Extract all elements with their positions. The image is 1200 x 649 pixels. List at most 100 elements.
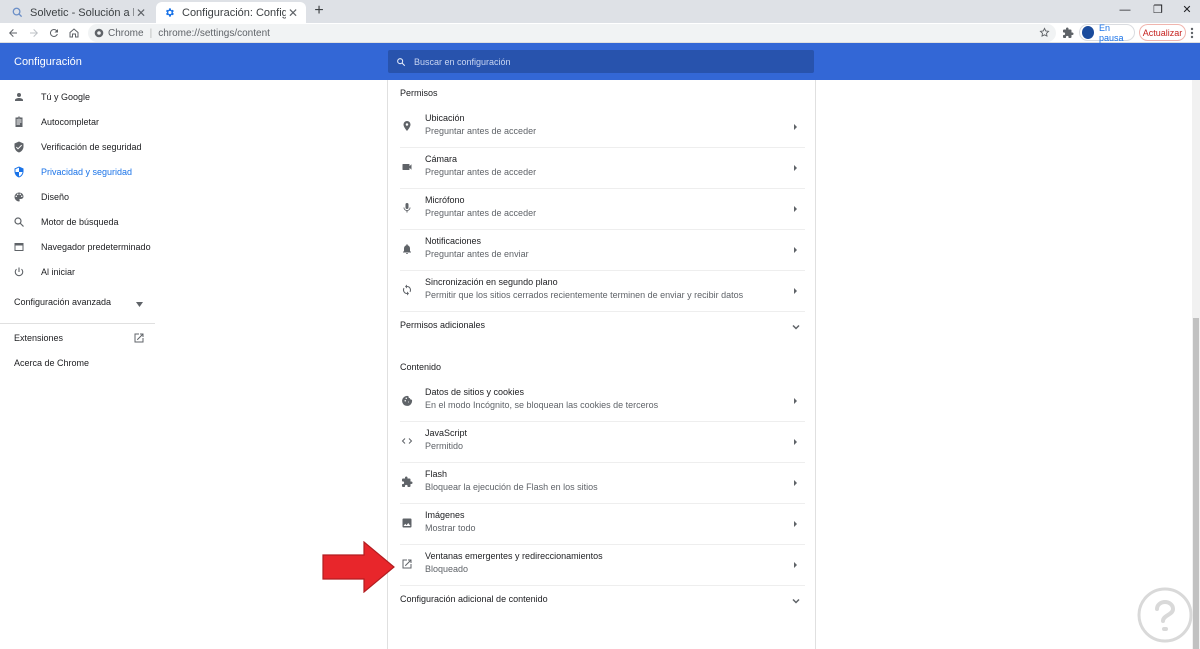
- close-window-button[interactable]: ✕: [1172, 2, 1200, 18]
- sidebar-item-extensions[interactable]: Extensiones: [0, 327, 155, 349]
- chevron-right-icon: [791, 517, 801, 529]
- additional-content-settings-toggle[interactable]: Configuración adicional de contenido: [388, 590, 815, 610]
- row-subtitle: Permitir que los sitios cerrados recient…: [425, 290, 744, 300]
- extensions-icon[interactable]: [1060, 25, 1076, 41]
- shield-icon: [12, 165, 26, 179]
- chevron-right-icon: [791, 120, 801, 132]
- update-button[interactable]: Actualizar: [1139, 24, 1186, 41]
- row-divider: [400, 311, 805, 312]
- sidebar-item-about-chrome[interactable]: Acerca de Chrome: [0, 352, 155, 374]
- row-title: JavaScript: [425, 428, 468, 438]
- caret-down-icon: [136, 299, 143, 309]
- chevron-right-icon: [791, 202, 801, 214]
- content-row-cookies[interactable]: Datos de sitios y cookies En el modo Inc…: [388, 381, 815, 421]
- permission-row-camera[interactable]: Cámara Preguntar antes de acceder: [388, 148, 815, 188]
- reload-button[interactable]: [46, 25, 62, 41]
- close-tab-icon[interactable]: ✕: [286, 6, 300, 20]
- content-row-javascript[interactable]: JavaScript Permitido: [388, 422, 815, 462]
- chevron-down-icon: [790, 320, 802, 332]
- sidebar-item-label: Tú y Google: [41, 92, 91, 102]
- permission-row-background-sync[interactable]: Sincronización en segundo plano Permitir…: [388, 271, 815, 311]
- menu-kebab-icon[interactable]: [1187, 25, 1197, 41]
- row-title: Ventanas emergentes y redireccionamiento…: [425, 551, 603, 561]
- tab-strip: Solvetic - Solución a los problem ✕ Conf…: [0, 0, 1200, 23]
- back-button[interactable]: [5, 25, 21, 41]
- home-button[interactable]: [66, 25, 82, 41]
- row-title: Notificaciones: [425, 236, 482, 246]
- star-icon[interactable]: [1039, 27, 1050, 38]
- forward-button[interactable]: [26, 25, 42, 41]
- open-in-new-icon: [400, 557, 414, 571]
- tab-settings[interactable]: Configuración: Configuración de ✕: [156, 2, 306, 23]
- sidebar-item-label: Extensiones: [14, 333, 64, 343]
- location-pin-icon: [400, 119, 414, 133]
- tab-title: Configuración: Configuración de: [182, 6, 286, 19]
- annotation-arrow: [322, 541, 395, 593]
- chevron-right-icon: [791, 558, 801, 570]
- sync-icon: [400, 283, 414, 297]
- sidebar-item-label: Navegador predeterminado: [41, 242, 151, 252]
- settings-card: Permisos Ubicación Preguntar antes de ac…: [387, 80, 816, 649]
- content-row-images[interactable]: Imágenes Mostrar todo: [388, 504, 815, 544]
- sidebar-item-label: Acerca de Chrome: [14, 358, 90, 368]
- browser-toolbar: Chrome | chrome://settings/content En pa…: [0, 23, 1200, 43]
- palette-icon: [12, 190, 26, 204]
- search-icon: [12, 215, 26, 229]
- browser-icon: [12, 240, 26, 254]
- open-in-new-icon: [133, 332, 145, 346]
- sidebar-item-label: Al iniciar: [41, 267, 76, 277]
- sidebar-advanced-toggle[interactable]: Configuración avanzada: [0, 291, 155, 313]
- row-title: Datos de sitios y cookies: [425, 387, 525, 397]
- sidebar-item-on-startup[interactable]: Al iniciar: [0, 261, 155, 283]
- page-scrollbar[interactable]: [1192, 80, 1200, 649]
- watermark-logo-icon: [1137, 587, 1193, 643]
- close-tab-icon[interactable]: ✕: [134, 6, 148, 20]
- permission-row-location[interactable]: Ubicación Preguntar antes de acceder: [388, 107, 815, 147]
- person-icon: [12, 90, 26, 104]
- new-tab-button[interactable]: +: [311, 3, 327, 19]
- sidebar-item-appearance[interactable]: Diseño: [0, 186, 155, 208]
- tab-solvetic[interactable]: Solvetic - Solución a los problem ✕: [4, 2, 154, 23]
- minimize-button[interactable]: —: [1110, 2, 1140, 18]
- row-subtitle: Bloqueado: [425, 564, 469, 574]
- row-subtitle: Bloquear la ejecución de Flash en los si…: [425, 482, 598, 492]
- row-title: Cámara: [425, 154, 458, 164]
- sidebar-item-default-browser[interactable]: Navegador predeterminado: [0, 236, 155, 258]
- update-label: Actualizar: [1142, 27, 1183, 38]
- search-icon: [396, 57, 406, 67]
- chevron-right-icon: [791, 284, 801, 296]
- row-divider: [400, 585, 805, 586]
- maximize-button[interactable]: ❐: [1143, 2, 1173, 18]
- settings-header: Configuración Buscar en configuración: [0, 43, 1200, 80]
- gear-icon: [162, 6, 176, 20]
- sidebar-item-privacy[interactable]: Privacidad y seguridad: [0, 161, 155, 183]
- additional-permissions-toggle[interactable]: Permisos adicionales: [388, 316, 815, 336]
- sidebar-item-label: Configuración avanzada: [14, 297, 112, 307]
- chevron-down-icon: [790, 594, 802, 606]
- avatar: [1082, 26, 1094, 39]
- sidebar-item-autofill[interactable]: Autocompletar: [0, 111, 155, 133]
- content-row-flash[interactable]: Flash Bloquear la ejecución de Flash en …: [388, 463, 815, 503]
- sidebar-item-safety-check[interactable]: Verificación de seguridad: [0, 136, 155, 158]
- permission-row-notifications[interactable]: Notificaciones Preguntar antes de enviar: [388, 230, 815, 270]
- code-icon: [400, 434, 414, 448]
- content-row-popups[interactable]: Ventanas emergentes y redireccionamiento…: [388, 545, 815, 585]
- page-title: Configuración: [14, 56, 82, 68]
- sidebar-item-label: Motor de búsqueda: [41, 217, 119, 227]
- address-bar[interactable]: Chrome | chrome://settings/content: [88, 24, 1056, 42]
- row-subtitle: Mostrar todo: [425, 523, 476, 533]
- search-input[interactable]: Buscar en configuración: [388, 50, 814, 73]
- chevron-right-icon: [791, 435, 801, 447]
- sidebar-divider: [0, 323, 155, 324]
- expand-label: Configuración adicional de contenido: [400, 594, 548, 604]
- permission-row-microphone[interactable]: Micrófono Preguntar antes de acceder: [388, 189, 815, 229]
- sidebar-item-you-and-google[interactable]: Tú y Google: [0, 86, 155, 108]
- sidebar-item-search-engine[interactable]: Motor de búsqueda: [0, 211, 155, 233]
- sidebar-item-label: Autocompletar: [41, 117, 100, 127]
- tab-title: Solvetic - Solución a los problem: [30, 6, 134, 19]
- row-subtitle: Preguntar antes de enviar: [425, 249, 529, 259]
- sidebar: Tú y Google Autocompletar Verificación d…: [0, 84, 155, 649]
- profile-paused-button[interactable]: En pausa: [1079, 23, 1135, 43]
- row-title: Sincronización en segundo plano: [425, 277, 558, 287]
- clipboard-icon: [12, 115, 26, 129]
